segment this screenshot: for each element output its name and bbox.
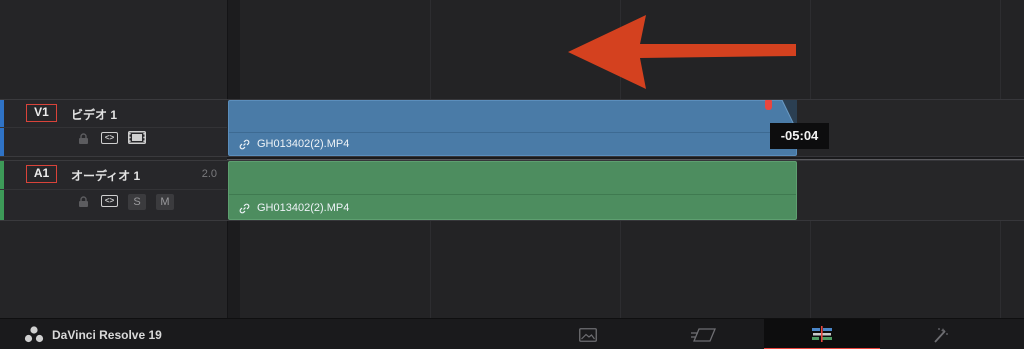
- auto-select-icon: <>: [101, 132, 118, 144]
- mute-button[interactable]: M: [156, 194, 174, 210]
- clip-marker[interactable]: [765, 100, 772, 110]
- audio-clip-name: GH013402(2).MP4: [257, 202, 350, 214]
- edit-page-tab[interactable]: [764, 319, 880, 349]
- link-icon: [239, 139, 250, 149]
- video-clip[interactable]: GH013402(2).MP4: [228, 100, 797, 156]
- auto-select-button[interactable]: <>: [101, 195, 118, 207]
- cut-icon: [691, 327, 716, 342]
- track-color-strip: [0, 100, 4, 156]
- brand: DaVinci Resolve 19: [24, 326, 162, 343]
- video-track-badge[interactable]: V1: [26, 104, 57, 122]
- track-headers-panel: [0, 0, 227, 318]
- lock-icon: [79, 196, 88, 207]
- annotation-arrow-icon: [568, 15, 796, 89]
- video-clip-label: GH013402(2).MP4: [239, 138, 349, 150]
- cut-page-tab[interactable]: [646, 319, 762, 349]
- audio-track-name[interactable]: オーディオ 1: [71, 167, 140, 184]
- audio-channel-format: 2.0: [201, 168, 217, 180]
- image-icon: [579, 327, 597, 342]
- magic-wand-icon: [934, 327, 948, 343]
- auto-select-icon: <>: [101, 195, 118, 207]
- film-icon: [128, 131, 146, 144]
- link-icon: [239, 203, 250, 213]
- lock-track-button[interactable]: [78, 133, 89, 144]
- trim-timecode-tooltip: -05:04: [770, 123, 829, 149]
- audio-clip-label: GH013402(2).MP4: [239, 202, 349, 214]
- brand-name: DaVinci Resolve 19: [52, 327, 162, 342]
- solo-button[interactable]: S: [128, 194, 146, 210]
- lock-icon: [79, 133, 88, 144]
- fusion-page-tab[interactable]: [882, 319, 998, 349]
- track-color-strip: [0, 161, 4, 220]
- video-track-name[interactable]: ビデオ 1: [71, 106, 117, 123]
- lock-track-button[interactable]: [78, 196, 89, 207]
- auto-select-button[interactable]: <>: [101, 132, 118, 144]
- video-clip-name: GH013402(2).MP4: [257, 138, 350, 150]
- audio-track-badge[interactable]: A1: [26, 165, 57, 183]
- audio-clip[interactable]: GH013402(2).MP4: [228, 161, 797, 220]
- disable-video-track-button[interactable]: [128, 131, 146, 144]
- video-track-header: V1 ビデオ 1 <>: [0, 99, 227, 157]
- page-navigation-bar: DaVinci Resolve 19: [0, 318, 1024, 349]
- edit-timeline-icon: [812, 325, 832, 342]
- davinci-logo-icon: [24, 326, 44, 343]
- media-page-tab[interactable]: [530, 319, 646, 349]
- audio-track-header: A1 オーディオ 1 2.0 <> S M: [0, 160, 227, 221]
